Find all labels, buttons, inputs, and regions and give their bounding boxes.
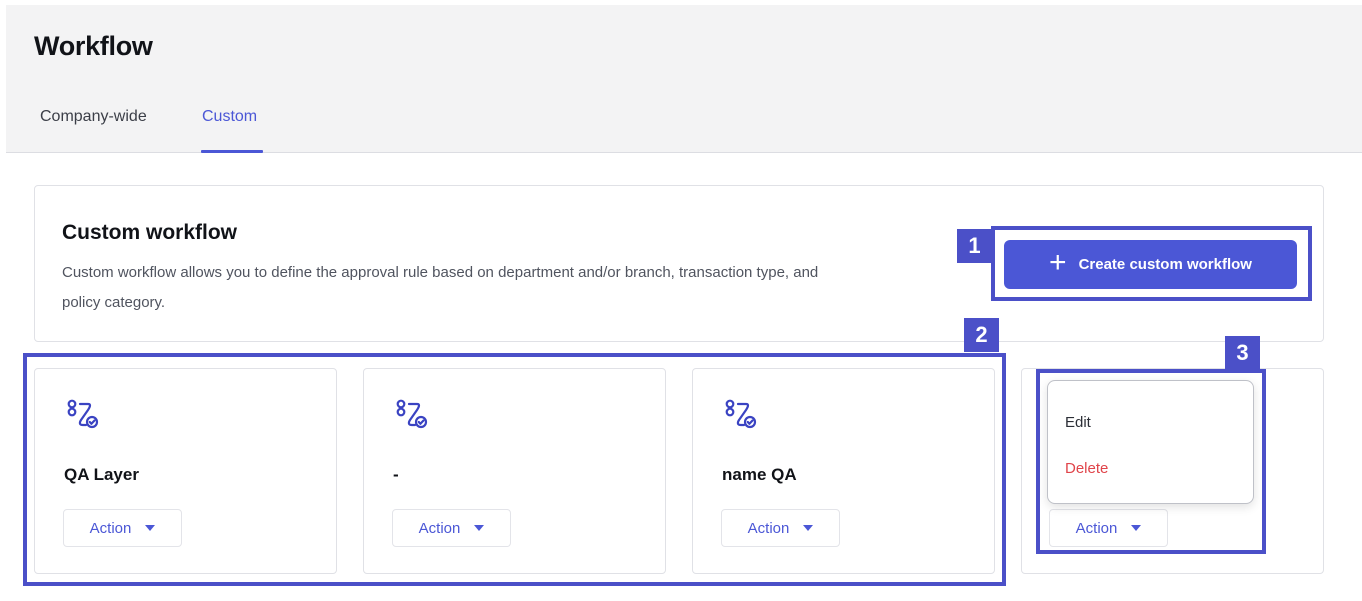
- workflow-route-icon: [67, 399, 99, 429]
- page-title: Workflow: [34, 31, 153, 61]
- active-tab-indicator: [201, 150, 263, 153]
- workflow-route-icon: [396, 399, 428, 429]
- annotation-badge-1: 1: [957, 229, 992, 263]
- tab-company-wide[interactable]: Company-wide: [40, 108, 147, 126]
- create-custom-workflow-button[interactable]: + Create custom workflow: [1004, 240, 1297, 289]
- plus-icon: +: [1049, 246, 1067, 279]
- caret-down-icon: [474, 525, 485, 531]
- action-label: Action: [89, 519, 132, 537]
- workflow-card: - Action: [363, 368, 666, 574]
- action-dropdown-button[interactable]: Action: [63, 509, 182, 547]
- create-button-label: Create custom workflow: [1078, 256, 1252, 273]
- action-label: Action: [1075, 519, 1118, 537]
- action-label: Action: [418, 519, 461, 537]
- annotation-badge-2: 2: [964, 318, 999, 352]
- workflow-card: name QA Action: [692, 368, 995, 574]
- menu-item-delete[interactable]: Delete: [1065, 460, 1108, 477]
- tab-custom[interactable]: Custom: [202, 108, 257, 126]
- action-label: Action: [747, 519, 790, 537]
- menu-item-edit[interactable]: Edit: [1065, 414, 1091, 431]
- action-dropdown-button[interactable]: Action: [1049, 509, 1168, 547]
- action-dropdown-menu: Edit Delete: [1047, 380, 1254, 504]
- action-dropdown-button[interactable]: Action: [392, 509, 511, 547]
- caret-down-icon: [1131, 525, 1142, 531]
- workflow-name: -: [393, 465, 399, 484]
- caret-down-icon: [803, 525, 814, 531]
- annotation-badge-3: 3: [1225, 336, 1260, 370]
- page-header: Workflow Company-wide Custom: [6, 5, 1362, 153]
- workflow-name: QA Layer: [64, 465, 139, 484]
- action-dropdown-button[interactable]: Action: [721, 509, 840, 547]
- intro-title: Custom workflow: [62, 221, 238, 244]
- workflow-route-icon: [725, 399, 757, 429]
- workflow-name: name QA: [722, 465, 797, 484]
- caret-down-icon: [145, 525, 156, 531]
- workflow-card: QA Layer Action: [34, 368, 337, 574]
- intro-description: Custom workflow allows you to define the…: [62, 264, 819, 311]
